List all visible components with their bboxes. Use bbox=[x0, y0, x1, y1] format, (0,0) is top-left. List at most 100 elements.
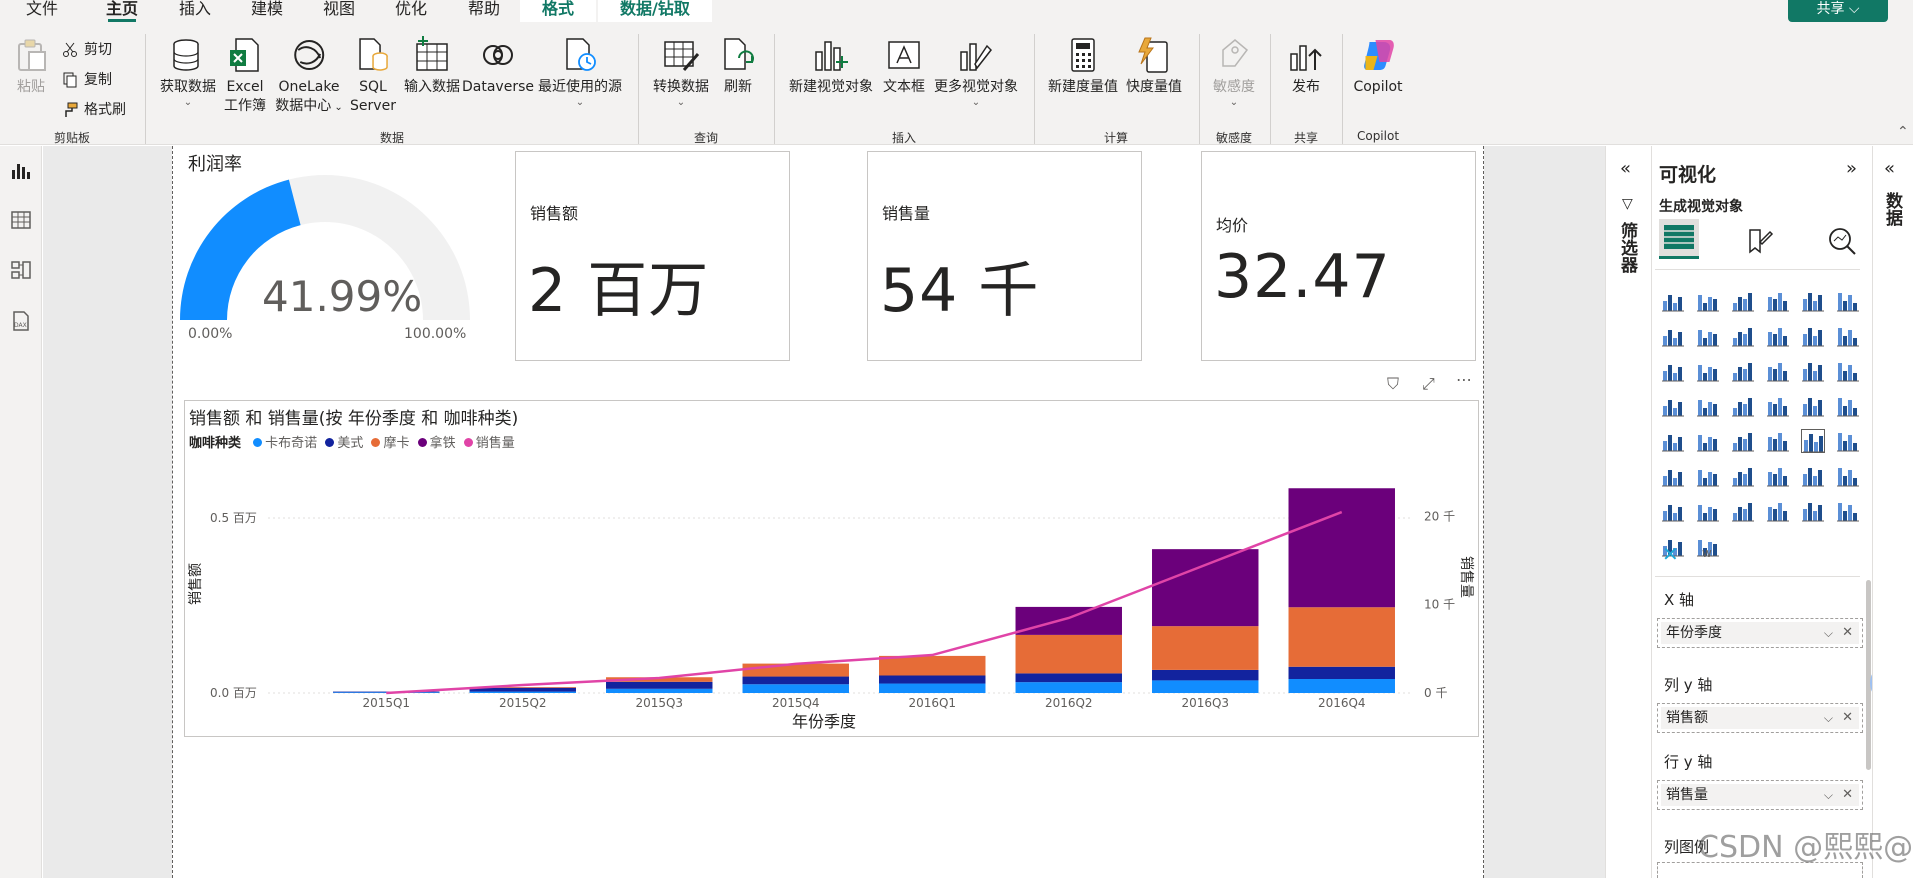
visual-type-icon[interactable] bbox=[1661, 464, 1685, 488]
expand-filters-icon[interactable]: « bbox=[1620, 158, 1631, 179]
visual-type-icon[interactable] bbox=[1661, 394, 1685, 418]
sales-volume-card[interactable]: 销售量 54 千 bbox=[867, 151, 1142, 361]
visual-type-icon[interactable] bbox=[1661, 499, 1685, 523]
visual-type-icon[interactable] bbox=[1661, 429, 1685, 453]
cut-button[interactable]: 剪切 bbox=[62, 39, 112, 59]
publish-button[interactable]: 发布 bbox=[1287, 36, 1325, 97]
visual-type-icon[interactable] bbox=[1836, 324, 1860, 348]
onelake-button[interactable]: OneLake 数据中心 ⌄ bbox=[275, 36, 343, 117]
quick-measure-button[interactable]: 快度量值 bbox=[1126, 36, 1182, 97]
visual-type-icon[interactable] bbox=[1836, 464, 1860, 488]
recent-sources-button[interactable]: 最近使用的源 ⌄ bbox=[538, 36, 622, 109]
visual-type-icon[interactable] bbox=[1731, 359, 1755, 383]
collapse-ribbon-icon[interactable]: ⌃ bbox=[1897, 124, 1909, 140]
visual-type-icon[interactable] bbox=[1731, 429, 1755, 453]
legend-item[interactable]: 美式 bbox=[325, 436, 363, 451]
get-data-button[interactable]: 获取数据 ⌄ bbox=[160, 36, 216, 109]
visual-type-icon[interactable] bbox=[1836, 429, 1860, 453]
filter-icon[interactable]: ⛉ bbox=[1387, 374, 1399, 394]
legend-item[interactable]: 拿铁 bbox=[417, 436, 456, 451]
visual-type-icon[interactable] bbox=[1801, 394, 1825, 418]
model-view-icon[interactable] bbox=[10, 259, 32, 281]
table-view-icon[interactable] bbox=[10, 209, 32, 231]
sales-amount-card[interactable]: 销售额 2 百万 bbox=[515, 151, 790, 361]
column-y-field-pill[interactable]: 销售额 ⌵ ✕ bbox=[1661, 707, 1859, 729]
line-y-field-pill[interactable]: 销售量 ⌵ ✕ bbox=[1661, 784, 1859, 806]
line-y-axis-well[interactable]: 销售量 ⌵ ✕ bbox=[1657, 780, 1863, 810]
visual-type-icon[interactable] bbox=[1801, 359, 1825, 383]
collapse-viz-pane-icon[interactable]: » bbox=[1846, 158, 1857, 179]
visual-type-icon[interactable] bbox=[1731, 464, 1755, 488]
visual-type-icon[interactable] bbox=[1696, 429, 1720, 453]
enter-data-button[interactable]: 输入数据 bbox=[404, 36, 460, 97]
visual-type-icon[interactable] bbox=[1661, 359, 1685, 383]
dax-query-view-icon[interactable]: DAX bbox=[10, 310, 32, 332]
visual-type-icon[interactable] bbox=[1696, 499, 1720, 523]
visual-type-icon[interactable] bbox=[1836, 289, 1860, 313]
visual-type-icon[interactable] bbox=[1766, 324, 1790, 348]
sql-server-button[interactable]: SQL Server bbox=[350, 36, 396, 116]
key-influencers-icon[interactable]: ✕ bbox=[1662, 542, 1679, 566]
chevron-down-icon[interactable]: ⌵ bbox=[1824, 707, 1833, 729]
new-measure-button[interactable]: 新建度量值 bbox=[1048, 36, 1118, 97]
share-button[interactable]: 共享 ⌵ bbox=[1788, 0, 1888, 22]
format-visual-icon[interactable] bbox=[1744, 226, 1774, 256]
visual-type-icon[interactable] bbox=[1801, 289, 1825, 313]
visual-type-icon[interactable] bbox=[1661, 289, 1685, 313]
visual-type-icon[interactable] bbox=[1766, 499, 1790, 523]
transform-data-button[interactable]: 转换数据 ⌄ bbox=[653, 36, 709, 109]
tab-view[interactable]: 视图 bbox=[323, 0, 355, 22]
visual-type-icon[interactable] bbox=[1766, 394, 1790, 418]
expand-data-pane-icon[interactable]: « bbox=[1884, 158, 1895, 179]
paste-button[interactable]: 粘贴 bbox=[12, 36, 50, 97]
new-visual-button[interactable]: 新建视觉对象 bbox=[789, 36, 873, 97]
visual-type-icon[interactable] bbox=[1731, 394, 1755, 418]
textbox-button[interactable]: 文本框 bbox=[883, 36, 925, 97]
analytics-icon[interactable] bbox=[1827, 226, 1857, 256]
x-axis-well[interactable]: 年份季度 ⌵ ✕ bbox=[1657, 618, 1863, 648]
visual-type-icon[interactable] bbox=[1731, 499, 1755, 523]
visual-type-icon[interactable] bbox=[1731, 324, 1755, 348]
visual-type-icon[interactable] bbox=[1801, 499, 1825, 523]
visual-type-icon[interactable] bbox=[1836, 359, 1860, 383]
visual-type-icon[interactable] bbox=[1661, 324, 1685, 348]
data-pane-collapsed[interactable] bbox=[1872, 146, 1913, 878]
format-painter-button[interactable]: 格式刷 bbox=[62, 99, 126, 119]
legend-item[interactable]: 销售量 bbox=[463, 436, 515, 451]
more-options-icon[interactable]: ⋯ bbox=[1456, 370, 1472, 389]
refresh-button[interactable]: 刷新 bbox=[719, 36, 757, 97]
column-y-axis-well[interactable]: 销售额 ⌵ ✕ bbox=[1657, 703, 1863, 733]
build-visual-tab[interactable] bbox=[1659, 219, 1699, 259]
visual-type-icon[interactable] bbox=[1696, 464, 1720, 488]
visual-type-icon[interactable] bbox=[1731, 289, 1755, 313]
tab-help[interactable]: 帮助 bbox=[468, 0, 500, 22]
visual-type-icon[interactable] bbox=[1801, 324, 1825, 348]
tab-file[interactable]: 文件 bbox=[26, 0, 58, 22]
x-axis-field-pill[interactable]: 年份季度 ⌵ ✕ bbox=[1661, 622, 1859, 644]
chevron-down-icon[interactable]: ⌵ bbox=[1824, 622, 1833, 644]
tab-modeling[interactable]: 建模 bbox=[251, 0, 283, 22]
visual-type-icon[interactable] bbox=[1766, 429, 1790, 453]
tab-insert[interactable]: 插入 bbox=[179, 0, 211, 22]
tab-format[interactable]: 格式 bbox=[520, 0, 597, 22]
copilot-button[interactable]: Copilot bbox=[1353, 36, 1403, 97]
visual-type-icon[interactable] bbox=[1766, 464, 1790, 488]
copy-button[interactable]: 复制 bbox=[62, 69, 112, 89]
legend-item[interactable]: 摩卡 bbox=[371, 436, 409, 451]
remove-field-icon[interactable]: ✕ bbox=[1842, 707, 1853, 729]
focus-mode-icon[interactable]: ⤢ bbox=[1422, 374, 1435, 394]
tab-optimize[interactable]: 优化 bbox=[395, 0, 427, 22]
visual-type-icon[interactable] bbox=[1836, 499, 1860, 523]
visual-type-icon[interactable] bbox=[1696, 394, 1720, 418]
visual-type-icon[interactable] bbox=[1801, 429, 1825, 453]
sensitivity-button[interactable]: 敏感度 ⌄ bbox=[1213, 36, 1255, 109]
remove-field-icon[interactable]: ✕ bbox=[1842, 622, 1853, 644]
visual-type-icon[interactable] bbox=[1696, 324, 1720, 348]
visual-type-icon[interactable] bbox=[1696, 359, 1720, 383]
visual-type-icon[interactable] bbox=[1766, 289, 1790, 313]
visual-type-icon[interactable] bbox=[1696, 289, 1720, 313]
visual-type-icon[interactable] bbox=[1801, 464, 1825, 488]
excel-button[interactable]: Excel 工作簿 bbox=[224, 36, 266, 116]
legend-item[interactable]: 卡布奇诺 bbox=[253, 436, 317, 451]
visual-type-icon[interactable] bbox=[1836, 394, 1860, 418]
